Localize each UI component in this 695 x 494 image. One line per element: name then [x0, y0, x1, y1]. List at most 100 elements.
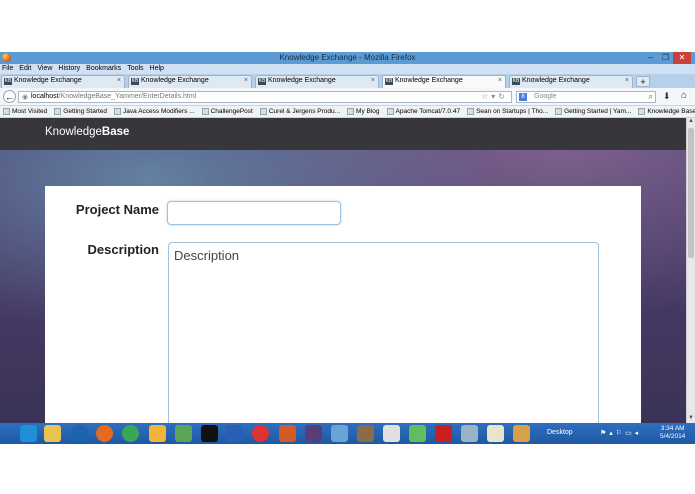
acrobat-icon[interactable] — [435, 425, 452, 442]
vertical-scrollbar[interactable]: ▲ ▼ — [686, 118, 695, 423]
download-icon[interactable]: ⬇ — [663, 91, 671, 102]
java-icon[interactable] — [487, 425, 504, 442]
url-host: localhost — [31, 93, 59, 100]
bookmark-item[interactable]: Getting Started — [54, 106, 107, 117]
bookmark-label: My Blog — [356, 108, 380, 115]
bookmark-item[interactable]: Apache Tomcat/7.0.47 — [386, 106, 461, 117]
bookmark-item[interactable]: My Blog — [347, 106, 380, 117]
photo-icon[interactable] — [513, 425, 530, 442]
menu-view[interactable]: View — [37, 64, 52, 74]
terminal-icon[interactable] — [201, 425, 218, 442]
menu-tools[interactable]: Tools — [127, 64, 143, 74]
bookmark-item[interactable]: Sean on Startups | Tho... — [467, 106, 548, 117]
powerpoint-icon[interactable] — [279, 425, 296, 442]
bookmark-label: Sean on Startups | Tho... — [476, 108, 549, 115]
restore-icon[interactable]: ❐ — [658, 52, 673, 64]
tab-close-icon[interactable]: × — [625, 77, 629, 84]
description-textarea[interactable]: Description — [168, 242, 599, 423]
minimize-icon[interactable]: – — [643, 52, 658, 64]
chrome-icon[interactable] — [122, 425, 139, 442]
windows-taskbar: Desktop ⚑▴⚐▭◂ 3:34 AM 5/4/2014 — [0, 423, 695, 444]
bookmark-item[interactable]: Java Access Modifiers ... — [114, 106, 195, 117]
clock-date: 5/4/2014 — [660, 433, 686, 440]
bookmark-label: Getting Started — [63, 108, 108, 115]
ie-icon[interactable] — [20, 425, 37, 442]
tab-close-icon[interactable]: × — [117, 77, 121, 84]
bookmark-icon — [386, 108, 394, 115]
url-bar[interactable]: ◉ localhost/KnowledgeBase_Yammer/EnterDe… — [18, 91, 512, 103]
search-engine-icon[interactable]: 8 — [519, 93, 527, 101]
desktop-toolbar-label[interactable]: Desktop — [547, 429, 573, 436]
bookmark-label: Most Visited — [12, 108, 48, 115]
hp-icon[interactable] — [71, 425, 88, 442]
bookmark-item[interactable]: Knowledge Base Yam... — [638, 106, 695, 117]
evernote-icon[interactable] — [175, 425, 192, 442]
bookmark-label: Apache Tomcat/7.0.47 — [395, 108, 461, 115]
paint-icon[interactable] — [149, 425, 166, 442]
eclipse-icon[interactable] — [305, 425, 322, 442]
clock-time: 3:34 AM — [660, 425, 685, 432]
network-icon[interactable] — [331, 425, 348, 442]
browser-tab[interactable]: KB Knowledge Exchange × — [255, 75, 379, 88]
home-icon[interactable]: ⌂ — [681, 90, 687, 101]
menu-help[interactable]: Help — [150, 64, 164, 74]
menu-bookmarks[interactable]: Bookmarks — [86, 64, 121, 74]
bookmark-icon — [347, 108, 355, 115]
7zip-icon[interactable] — [383, 425, 400, 442]
tab-close-icon[interactable]: × — [244, 77, 248, 84]
bookmark-icon — [54, 108, 62, 115]
page-viewport: KnowledgeBase Project Name Description D… — [0, 118, 686, 423]
taskbar-clock[interactable]: 3:34 AM 5/4/2014 — [660, 425, 685, 441]
firefox-icon[interactable] — [96, 425, 113, 442]
tab-close-icon[interactable]: × — [498, 77, 502, 84]
browser-tab[interactable]: KB Knowledge Exchange × — [1, 75, 125, 88]
scroll-up-icon[interactable]: ▲ — [687, 118, 695, 126]
globe-icon: ◉ — [22, 94, 29, 101]
word-icon[interactable] — [226, 425, 243, 442]
browser-tab[interactable]: KB Knowledge Exchange × — [509, 75, 633, 88]
tab-label: Knowledge Exchange — [395, 77, 463, 84]
window-controls: – ❐ ✕ — [643, 52, 691, 64]
site-header: KnowledgeBase — [0, 118, 686, 150]
bookmark-label: Getting Started | Yam... — [564, 108, 632, 115]
menu-edit[interactable]: Edit — [19, 64, 31, 74]
bookmark-star-icon[interactable]: ☆ — [481, 92, 491, 101]
url-text: localhost/KnowledgeBase_Yammer/EnterDeta… — [31, 93, 196, 100]
scroll-thumb[interactable] — [688, 128, 694, 258]
back-arrow-icon[interactable]: ← — [3, 90, 16, 103]
close-icon[interactable]: ✕ — [673, 52, 691, 64]
bookmark-icon — [114, 108, 122, 115]
kb-favicon-icon: KB — [131, 78, 139, 85]
bookmark-item[interactable]: Curel & Jergens Produ... — [259, 106, 341, 117]
brand-regular: Knowledge — [45, 126, 102, 138]
bookmark-item[interactable]: ChallengePost — [201, 106, 253, 117]
kb-favicon-icon: KB — [4, 78, 12, 85]
browser-tab[interactable]: KB Knowledge Exchange × — [128, 75, 252, 88]
project-name-input[interactable] — [167, 201, 341, 225]
winrar-icon[interactable] — [357, 425, 374, 442]
vpn-icon[interactable] — [461, 425, 478, 442]
bookmark-label: Curel & Jergens Produ... — [268, 108, 341, 115]
tab-bar: KB Knowledge Exchange × KB Knowledge Exc… — [0, 74, 695, 88]
site-brand[interactable]: KnowledgeBase — [45, 126, 129, 138]
description-label: Description — [87, 242, 159, 257]
new-tab-button[interactable]: + — [636, 76, 650, 87]
tab-label: Knowledge Exchange — [268, 77, 336, 84]
file-explorer-icon[interactable] — [44, 425, 61, 442]
window-titlebar: Knowledge Exchange - Mozilla Firefox – ❐… — [0, 52, 695, 64]
media-icon[interactable] — [252, 425, 269, 442]
menu-history[interactable]: History — [58, 64, 80, 74]
scroll-down-icon[interactable]: ▼ — [687, 415, 695, 423]
notepad-icon[interactable] — [409, 425, 426, 442]
tab-close-icon[interactable]: × — [371, 77, 375, 84]
system-tray[interactable]: ⚑▴⚐▭◂ — [600, 429, 641, 437]
reload-icon[interactable]: ↻ — [498, 92, 508, 101]
search-box[interactable]: 8 Google ⌕ — [516, 91, 656, 103]
bookmark-item[interactable]: Most Visited — [3, 106, 47, 117]
browser-tab-active[interactable]: KB Knowledge Exchange × — [382, 75, 506, 88]
bookmark-icon — [259, 108, 267, 115]
menu-file[interactable]: File — [2, 64, 13, 74]
bookmark-item[interactable]: Getting Started | Yam... — [555, 106, 631, 117]
navigation-bar: ← ◉ localhost/KnowledgeBase_Yammer/Enter… — [0, 88, 695, 106]
search-icon[interactable]: ⌕ — [649, 92, 653, 102]
